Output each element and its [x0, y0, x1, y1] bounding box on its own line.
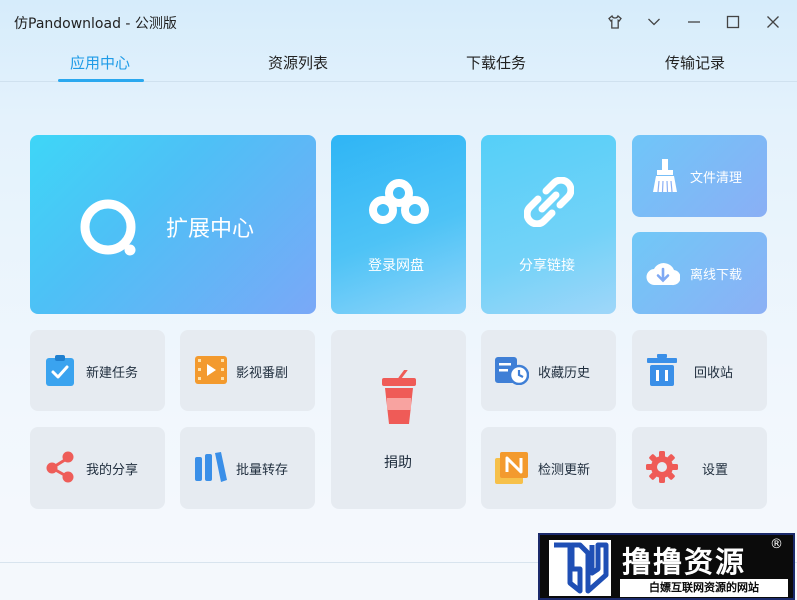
settings-tile[interactable]: 设置 — [632, 427, 767, 509]
settings-label: 设置 — [702, 463, 729, 478]
share-link-tile[interactable]: 分享链接 — [481, 135, 616, 314]
donate-tile[interactable]: 捐助 — [331, 330, 466, 509]
share-link-label: 分享链接 — [519, 258, 575, 274]
cloud-disk-icon — [369, 179, 429, 231]
tab-resource-list[interactable]: 资源列表 — [248, 52, 348, 73]
movies-label: 影视番剧 — [236, 366, 289, 381]
recycle-bin-tile[interactable]: 回收站 — [632, 330, 767, 411]
watermark-logo: 撸撸资源 ® 白嫖互联网资源的网站 — [538, 533, 795, 600]
gear-icon — [646, 451, 678, 487]
tab-bar: 应用中心 资源列表 下载任务 传输记录 — [0, 44, 797, 82]
watermark-subtitle: 白嫖互联网资源的网站 — [620, 579, 788, 597]
file-clean-tile[interactable]: 文件清理 — [632, 135, 767, 217]
close-icon[interactable] — [763, 12, 783, 32]
share-nodes-icon — [45, 451, 75, 487]
watermark-emblem-icon — [548, 539, 612, 600]
donate-label: 捐助 — [384, 455, 412, 471]
file-clean-label: 文件清理 — [690, 171, 743, 186]
minimize-icon[interactable] — [684, 12, 704, 32]
new-task-label: 新建任务 — [86, 366, 139, 381]
watermark-registered: ® — [770, 537, 783, 552]
drink-cup-icon — [380, 368, 418, 430]
favorites-history-label: 收藏历史 — [538, 366, 591, 381]
tab-transfer-records[interactable]: 传输记录 — [645, 52, 745, 73]
batch-transfer-tile[interactable]: 批量转存 — [180, 427, 315, 509]
movies-tile[interactable]: 影视番剧 — [180, 330, 315, 411]
batch-stack-icon — [195, 451, 227, 487]
offline-download-tile[interactable]: 离线下载 — [632, 232, 767, 314]
chevron-down-icon[interactable] — [644, 12, 664, 32]
login-disk-tile[interactable]: 登录网盘 — [331, 135, 466, 314]
shirt-icon[interactable] — [605, 12, 625, 32]
my-share-tile[interactable]: 我的分享 — [30, 427, 165, 509]
check-update-tile[interactable]: 检测更新 — [481, 427, 616, 509]
trash-icon — [647, 354, 677, 390]
film-play-icon — [195, 356, 227, 388]
active-tab-indicator — [58, 79, 144, 82]
clipboard-check-icon — [45, 355, 75, 391]
check-update-label: 检测更新 — [538, 463, 591, 478]
extension-center-tile[interactable]: 扩展中心 — [30, 135, 316, 314]
cloud-download-icon — [646, 259, 681, 291]
window-title: 仿Pandownload - 公测版 — [14, 16, 177, 32]
extension-center-label: 扩展中心 — [166, 217, 255, 242]
recycle-bin-label: 回收站 — [694, 366, 734, 381]
new-task-tile[interactable]: 新建任务 — [30, 330, 165, 411]
tab-download-tasks[interactable]: 下载任务 — [446, 52, 546, 73]
broom-icon — [650, 159, 680, 197]
batch-transfer-label: 批量转存 — [236, 463, 289, 478]
link-icon — [523, 176, 575, 231]
search-ring-icon — [78, 197, 142, 265]
offline-download-label: 离线下载 — [690, 268, 743, 283]
watermark-title: 撸撸资源 — [622, 545, 747, 579]
tab-app-center[interactable]: 应用中心 — [50, 52, 150, 73]
my-share-label: 我的分享 — [86, 463, 139, 478]
history-doc-icon — [495, 355, 530, 389]
title-bar: 仿Pandownload - 公测版 — [0, 0, 797, 44]
favorites-history-tile[interactable]: 收藏历史 — [481, 330, 616, 411]
login-disk-label: 登录网盘 — [368, 258, 424, 274]
maximize-icon[interactable] — [723, 12, 743, 32]
update-n-icon — [495, 452, 529, 488]
